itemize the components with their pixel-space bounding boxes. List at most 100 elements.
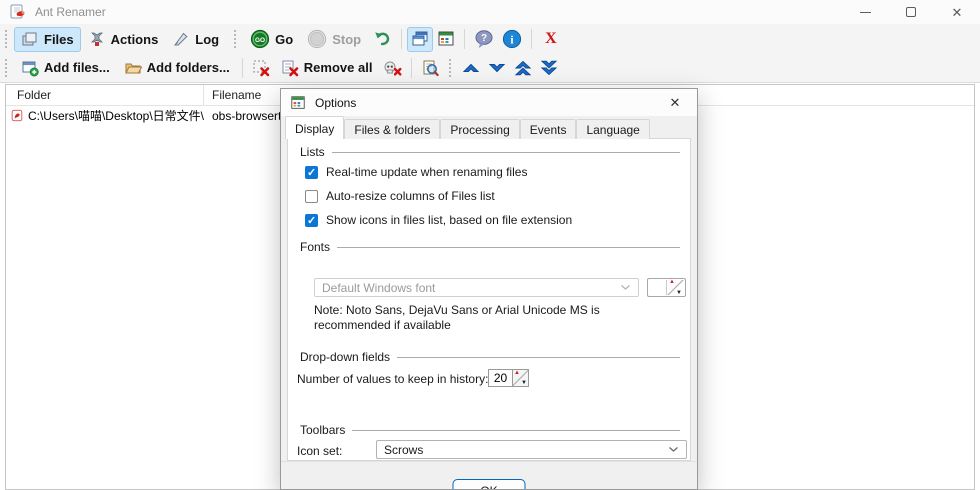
group-divider	[352, 430, 680, 431]
go-button[interactable]: GO Go	[243, 27, 300, 52]
files-toolbar: Add files... Add folders...	[0, 53, 980, 82]
checkbox-auto-resize[interactable]: Auto-resize columns of Files list	[305, 189, 495, 203]
exit-button[interactable]: X	[537, 27, 565, 52]
spinner-icon[interactable]	[666, 280, 684, 295]
remove-all-label: Remove all	[304, 60, 373, 75]
files-icon	[21, 30, 39, 48]
move-down-icon	[488, 59, 506, 77]
toolbar-separator	[411, 58, 412, 78]
file-type-icon	[11, 108, 23, 123]
log-tab-label: Log	[195, 32, 219, 47]
icon-set-select[interactable]: Scrows	[376, 440, 687, 459]
log-tab-button[interactable]: Log	[165, 27, 226, 52]
toolbar-separator	[242, 58, 243, 78]
actions-tab-label: Actions	[111, 32, 159, 47]
window-controls: ✕	[842, 0, 980, 24]
move-down-button[interactable]	[484, 55, 510, 80]
group-divider	[332, 152, 680, 153]
toolbar-separator	[401, 29, 402, 49]
log-icon	[172, 30, 190, 48]
group-divider	[397, 357, 680, 358]
toolbar-grip	[5, 30, 9, 48]
lists-group-label: Lists	[300, 145, 325, 159]
checkbox-icon	[305, 190, 318, 203]
checkbox-label: Show icons in files list, based on file …	[326, 213, 572, 227]
go-label: Go	[275, 32, 293, 47]
remove-selected-button[interactable]	[248, 55, 274, 80]
checkbox-realtime-update[interactable]: Real-time update when renaming files	[305, 165, 527, 179]
remove-all-button[interactable]: Remove all	[274, 55, 380, 80]
icon-set-value: Scrows	[384, 443, 668, 457]
move-up-button[interactable]	[458, 55, 484, 80]
maximize-icon	[906, 7, 916, 17]
font-note: Note: Noto Sans, DejaVu Sans or Arial Un…	[314, 303, 664, 333]
tab-display[interactable]: Display	[285, 116, 344, 139]
checkbox-show-icons[interactable]: Show icons in files list, based on file …	[305, 213, 572, 227]
dialog-title: Options	[315, 96, 356, 110]
remove-selected-icon	[252, 59, 270, 77]
options-button[interactable]	[433, 27, 459, 52]
close-button[interactable]: ✕	[934, 0, 980, 24]
font-select[interactable]: Default Windows font	[314, 278, 639, 297]
lists-group-header: Lists	[300, 145, 680, 159]
toolbar-grip	[234, 30, 238, 48]
history-value-input[interactable]: 20	[488, 369, 513, 387]
options-dialog-icon	[290, 95, 306, 111]
column-header-folder[interactable]: Folder	[6, 85, 204, 105]
remove-dead-button[interactable]	[379, 55, 406, 80]
file-folder-path: C:\Users\喵喵\Desktop\日常文件\	[28, 107, 204, 124]
titlebar: Ant Renamer ✕	[0, 0, 980, 24]
dialog-tabstrip: Display Files & folders Processing Event…	[285, 116, 650, 139]
main-toolbar: Files Actions Log	[0, 24, 980, 53]
dropdown-fields-group-label: Drop-down fields	[300, 350, 390, 364]
tab-events[interactable]: Events	[520, 119, 577, 139]
add-folders-icon	[124, 59, 142, 77]
svg-text:GO: GO	[255, 37, 265, 44]
tab-files-folders[interactable]: Files & folders	[344, 119, 440, 139]
help-icon: ?	[474, 29, 494, 49]
tab-language[interactable]: Language	[576, 119, 649, 139]
add-folders-button[interactable]: Add folders...	[117, 55, 237, 80]
font-size-spinner[interactable]	[647, 278, 686, 297]
window-title: Ant Renamer	[35, 5, 106, 19]
history-spinner[interactable]	[513, 369, 529, 387]
toolbar-separator	[464, 29, 465, 49]
toggle-log-window-button[interactable]	[407, 27, 433, 52]
preview-icon	[421, 59, 439, 77]
help-button[interactable]: ?	[470, 27, 498, 52]
options-icon	[437, 30, 455, 48]
undo-icon	[372, 29, 392, 49]
app-window: Ant Renamer ✕ Files Actions	[0, 0, 980, 490]
files-tab-button[interactable]: Files	[14, 27, 81, 52]
add-files-button[interactable]: Add files...	[14, 55, 117, 80]
info-button[interactable]: i	[498, 27, 526, 52]
toolbar-grip	[5, 59, 9, 77]
stop-icon	[307, 29, 327, 49]
chevron-down-icon	[668, 446, 679, 453]
dialog-close-icon: ✕	[670, 95, 681, 111]
group-divider	[337, 247, 680, 248]
history-label: Number of values to keep in history:	[297, 372, 488, 386]
files-tab-label: Files	[44, 32, 74, 47]
actions-tab-button[interactable]: Actions	[81, 27, 166, 52]
move-top-icon	[514, 59, 532, 77]
checkbox-icon	[305, 214, 318, 227]
dropdown-fields-group-header: Drop-down fields	[300, 350, 680, 364]
toolbars-group-header: Toolbars	[300, 423, 680, 437]
minimize-button[interactable]	[842, 0, 888, 24]
undo-button[interactable]	[368, 27, 396, 52]
options-dialog: Options ✕ Display Files & folders Proces…	[280, 88, 698, 490]
ok-button[interactable]: OK	[453, 479, 526, 490]
move-up-icon	[462, 59, 480, 77]
go-icon: GO	[250, 29, 270, 49]
info-icon: i	[502, 29, 522, 49]
tab-processing[interactable]: Processing	[440, 119, 519, 139]
dialog-close-button[interactable]: ✕	[653, 89, 697, 116]
app-icon	[10, 4, 26, 20]
move-bottom-button[interactable]	[536, 55, 562, 80]
preview-button[interactable]	[417, 55, 443, 80]
exit-icon: X	[541, 31, 561, 47]
maximize-button[interactable]	[888, 0, 934, 24]
icon-set-label: Icon set:	[297, 444, 342, 458]
move-top-button[interactable]	[510, 55, 536, 80]
